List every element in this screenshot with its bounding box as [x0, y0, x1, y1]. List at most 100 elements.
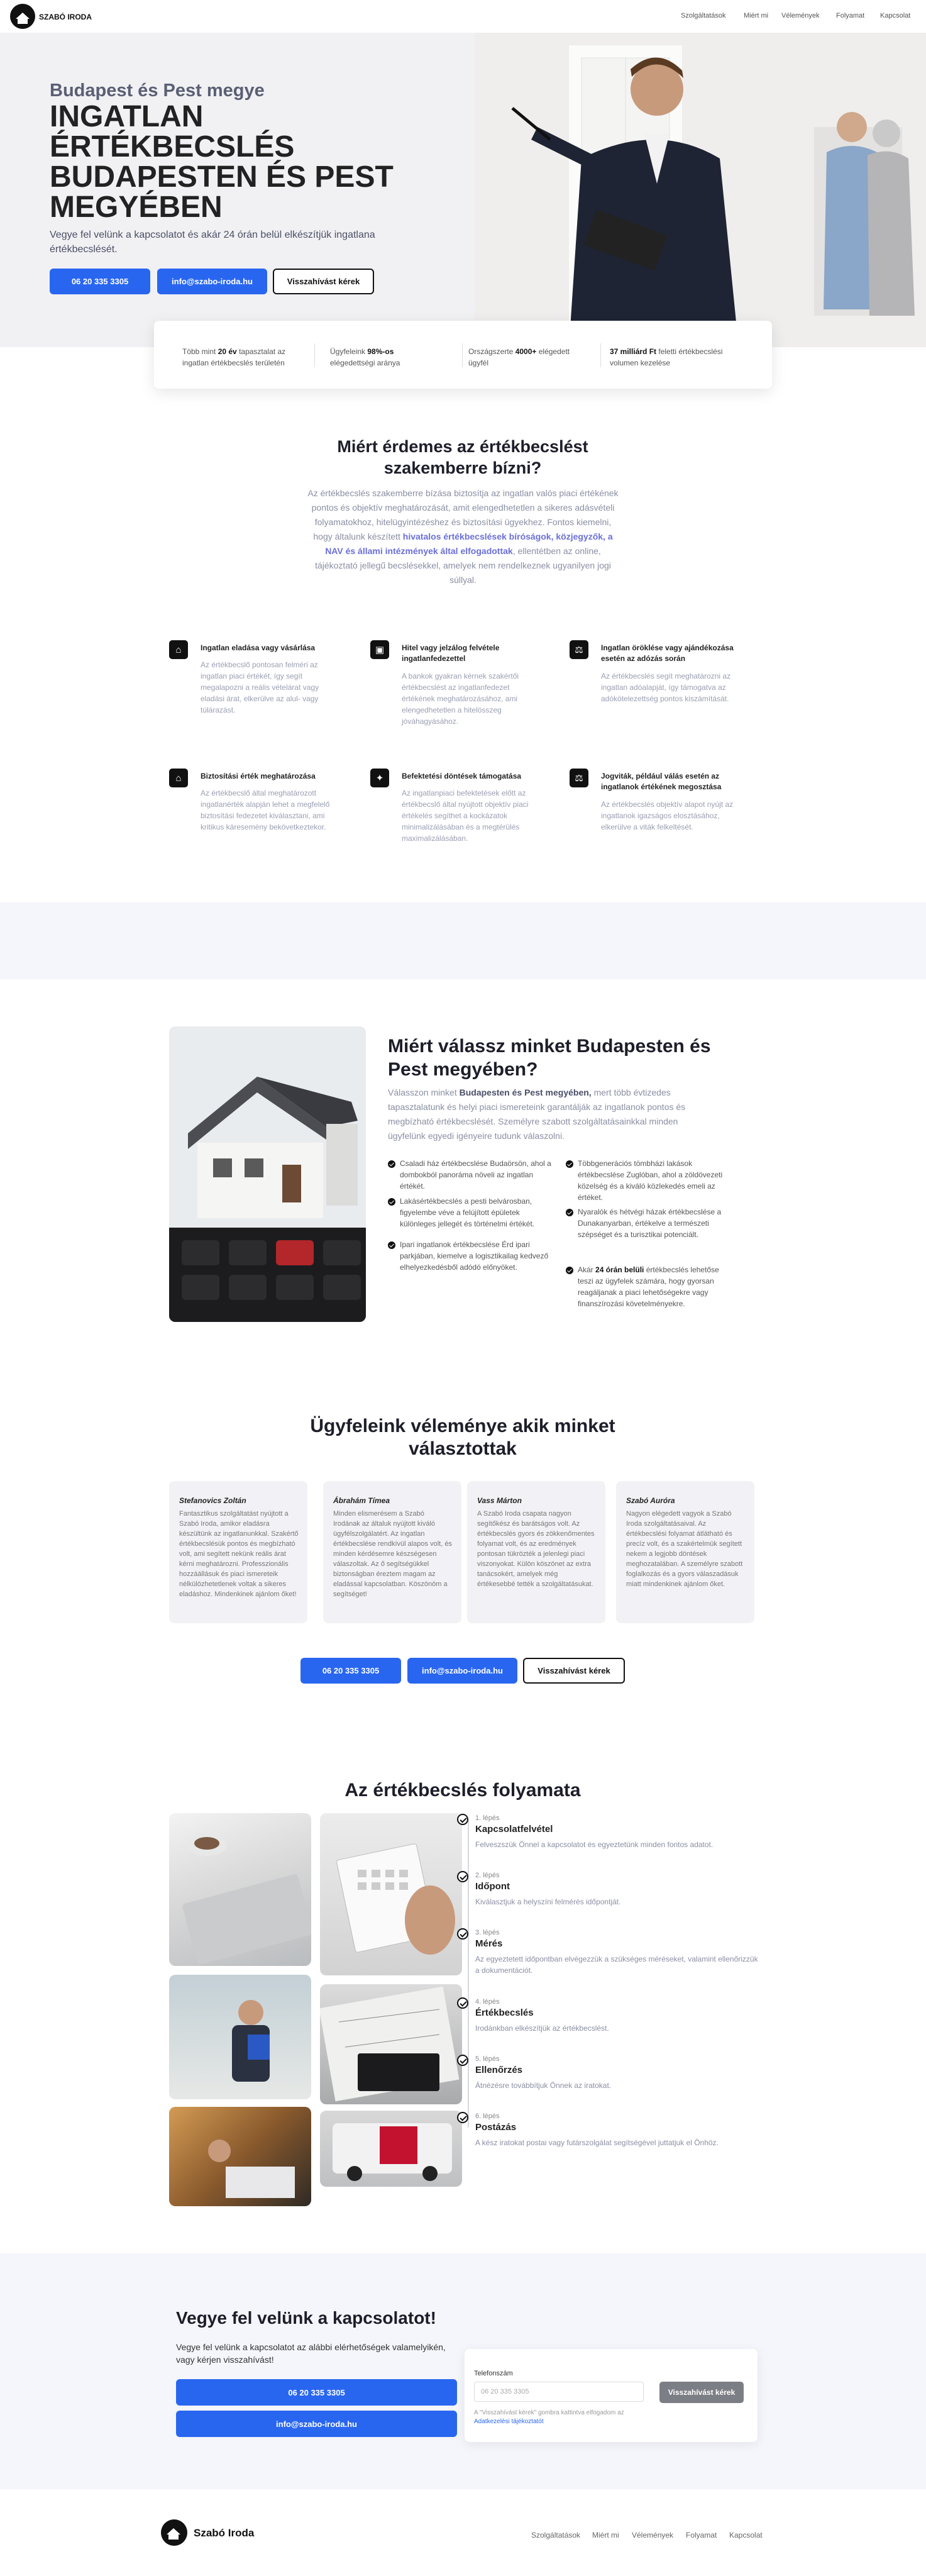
- top-navbar: SZABÓ IRODA Szolgáltatások Miért mi Véle…: [0, 0, 926, 33]
- stat-volume: 37 milliárd Ft feletti értékbecslési vol…: [610, 347, 723, 367]
- delivery-van-image: [320, 2111, 462, 2187]
- review-name: Stefanovics Zoltán: [179, 1496, 246, 1505]
- nav-item-process[interactable]: Folyamat: [836, 12, 864, 19]
- review-text: Fantasztikus szolgáltatást nyújtott a Sz…: [179, 1510, 299, 1598]
- privacy-policy-link[interactable]: Adatkezelési tájékoztatót: [474, 2418, 544, 2425]
- feature-title: Biztosítási érték meghatározása: [201, 772, 316, 780]
- contact-text: Vegye fel velünk a kapcsolatot az alábbi…: [176, 2342, 446, 2365]
- step-check-icon: [457, 1814, 468, 1825]
- feature-text: Az ingatlanpiaci befektetések előtt az é…: [402, 789, 529, 843]
- step-check-icon: [457, 2112, 468, 2123]
- nav-item-contact[interactable]: Kapcsolat: [880, 12, 910, 19]
- step-desc: Irodánkban elkészítjük az értékbecslést.: [475, 2024, 609, 2033]
- cta-email-button[interactable]: info@szabo-iroda.hu: [407, 1658, 517, 1684]
- review-text: A Szabó Iroda csapata nagyon segítőkész …: [477, 1510, 595, 1588]
- brand-name[interactable]: SZABÓ IRODA: [39, 13, 92, 21]
- cta-phone-button[interactable]: 06 20 335 3305: [300, 1658, 401, 1684]
- footer-link-reviews[interactable]: Vélemények: [632, 2531, 673, 2540]
- step-check-icon: [457, 2055, 468, 2066]
- hero-phone-button[interactable]: 06 20 335 3305: [50, 269, 150, 294]
- feature-title: Hitel vagy jelzálog felvétele ingatlanfe…: [402, 643, 500, 663]
- check-icon: [566, 1267, 573, 1274]
- man-reading-image: [169, 1975, 311, 2099]
- stat-experience: Több mint 20 év tapasztalat az ingatlan …: [182, 347, 286, 367]
- contact-phone-button[interactable]: 06 20 335 3305: [176, 2379, 457, 2406]
- house-model-illustration: [169, 1026, 366, 1322]
- step-label: 2. lépés: [475, 1872, 500, 1879]
- footer-logo-icon[interactable]: [161, 2519, 187, 2546]
- step-label: 5. lépés: [475, 2055, 500, 2063]
- why-us-intro: Válasszon minket Budapesten és Pest megy…: [388, 1087, 686, 1141]
- footer-link-process[interactable]: Folyamat: [686, 2531, 717, 2540]
- contact-section: [0, 2253, 926, 2489]
- step-label: 6. lépés: [475, 2112, 500, 2120]
- why-bullet: Többgenerációs tömbházi lakások értékbec…: [578, 1159, 723, 1202]
- consent-text: A "Visszahívást kérek" gombra kattintva …: [474, 2409, 624, 2425]
- stats-card: Több mint 20 év tapasztalat az ingatlan …: [154, 321, 772, 389]
- step-title: Időpont: [475, 1881, 510, 1892]
- nav-item-reviews[interactable]: Vélemények: [781, 12, 820, 19]
- stat-divider: [314, 343, 315, 367]
- callback-form-card: Telefonszám 06 20 335 3305 Visszahívást …: [465, 2349, 758, 2442]
- step-desc: Felveszszük Önnel a kapcsolatot és egyez…: [475, 1840, 714, 1849]
- steps-timeline-line: [468, 1819, 469, 2128]
- why-bullet: Lakásértékbecslés a pesti belvárosban, f…: [400, 1197, 535, 1228]
- review-card: Ábrahám Tímea Minden elismerésem a Szabó…: [323, 1481, 461, 1623]
- review-card: Stefanovics Zoltán Fantasztikus szolgált…: [169, 1481, 307, 1623]
- review-card: Vass Márton A Szabó Iroda csapata nagyon…: [467, 1481, 605, 1623]
- process-title: Az értékbecslés folyamata: [344, 1780, 581, 1801]
- why-expert-title: Miért érdemes az értékbecslést szakember…: [337, 437, 588, 477]
- step-title: Mérés: [475, 1938, 503, 1949]
- nav-item-services[interactable]: Szolgáltatások: [681, 12, 726, 19]
- contact-email-button[interactable]: info@szabo-iroda.hu: [176, 2411, 457, 2437]
- footer-link-services[interactable]: Szolgáltatások: [531, 2531, 580, 2540]
- step-desc: Kiválasztjuk a helyszíni felmérés időpon…: [475, 1897, 621, 1906]
- contact-title: Vegye fel velünk a kapcsolatot!: [176, 2308, 436, 2328]
- hero-callback-button[interactable]: Visszahívást kérek: [273, 269, 374, 294]
- review-name: Szabó Auróra: [626, 1496, 675, 1505]
- feature-text: Az értékbecslés objektív alapot nyújt az…: [601, 800, 734, 831]
- review-text: Nagyon elégedett vagyok a Szabó Iroda sz…: [626, 1510, 743, 1588]
- check-icon: [388, 1160, 395, 1168]
- step-desc: Átnézésre továbbítjuk Önnek az iratokat.: [475, 2081, 612, 2090]
- step-label: 1. lépés: [475, 1814, 500, 1822]
- footer-link-contact[interactable]: Kapcsolat: [729, 2531, 763, 2540]
- footer-brand-name[interactable]: Szabó Iroda: [194, 2527, 254, 2540]
- stat-satisfaction: Ügyfeleink 98%-os elégedettségi aránya: [330, 347, 400, 367]
- stat-divider: [600, 343, 601, 367]
- why-expert-text: Az értékbecslés szakemberre bízása bizto…: [307, 488, 619, 585]
- feature-title: Befektetési döntések támogatása: [402, 772, 522, 780]
- drawing-measurement-image: [320, 1984, 462, 2104]
- hero-email-button[interactable]: info@szabo-iroda.hu: [157, 269, 267, 294]
- why-bullet: Csaladi ház értékbecslése Budaörsön, aho…: [400, 1159, 551, 1191]
- feature-text: Az értékbecslő által meghatározott ingat…: [201, 789, 330, 831]
- phone-input[interactable]: 06 20 335 3305: [474, 2382, 644, 2402]
- review-name: Vass Márton: [477, 1496, 522, 1505]
- delivery-van-illustration: [333, 2123, 452, 2181]
- feature-title: Ingatlan eladása vagy vásárlása: [201, 643, 316, 652]
- hero-image: [475, 33, 926, 347]
- nav-item-why-us[interactable]: Miért mi: [744, 12, 768, 19]
- laptop-coffee-illustration: [182, 1833, 311, 1965]
- step-desc: Az egyeztetett időpontban elvégezzük a s…: [475, 1955, 758, 1975]
- step-title: Kapcsolatfelvétel: [475, 1824, 553, 1835]
- step-desc: A kész iratokat postai vagy futárszolgál…: [475, 2138, 719, 2147]
- reviews-title: Ügyfeleink véleménye akik minket választ…: [310, 1416, 615, 1459]
- step-check-icon: [457, 1928, 468, 1940]
- logo-house-icon[interactable]: [10, 4, 35, 29]
- woman-laptop-illustration: [208, 2140, 295, 2198]
- cta-callback-button[interactable]: Visszahívást kérek: [523, 1658, 625, 1684]
- house-icon: ⌂: [169, 769, 188, 787]
- review-text: Minden elismerésem a Szabó Irodának az á…: [333, 1510, 452, 1598]
- form-callback-button[interactable]: Visszahívást kérek: [659, 2382, 744, 2403]
- review-card: Szabó Auróra Nagyon elégedett vagyok a S…: [616, 1481, 754, 1623]
- man-reading-illustration: [232, 2000, 270, 2082]
- hero-illustration: [475, 33, 926, 347]
- footer-link-why-us[interactable]: Miért mi: [592, 2531, 619, 2540]
- scale-icon: ⚖: [570, 640, 588, 659]
- step-title: Értékbecslés: [475, 2007, 534, 2018]
- drawing-measurement-illustration: [320, 1986, 460, 2102]
- step-label: 3. lépés: [475, 1929, 500, 1936]
- gavel-icon: ⚖: [570, 769, 588, 787]
- why-bullet: Nyaralók és hétvégi házak értékbecslése …: [578, 1208, 722, 1239]
